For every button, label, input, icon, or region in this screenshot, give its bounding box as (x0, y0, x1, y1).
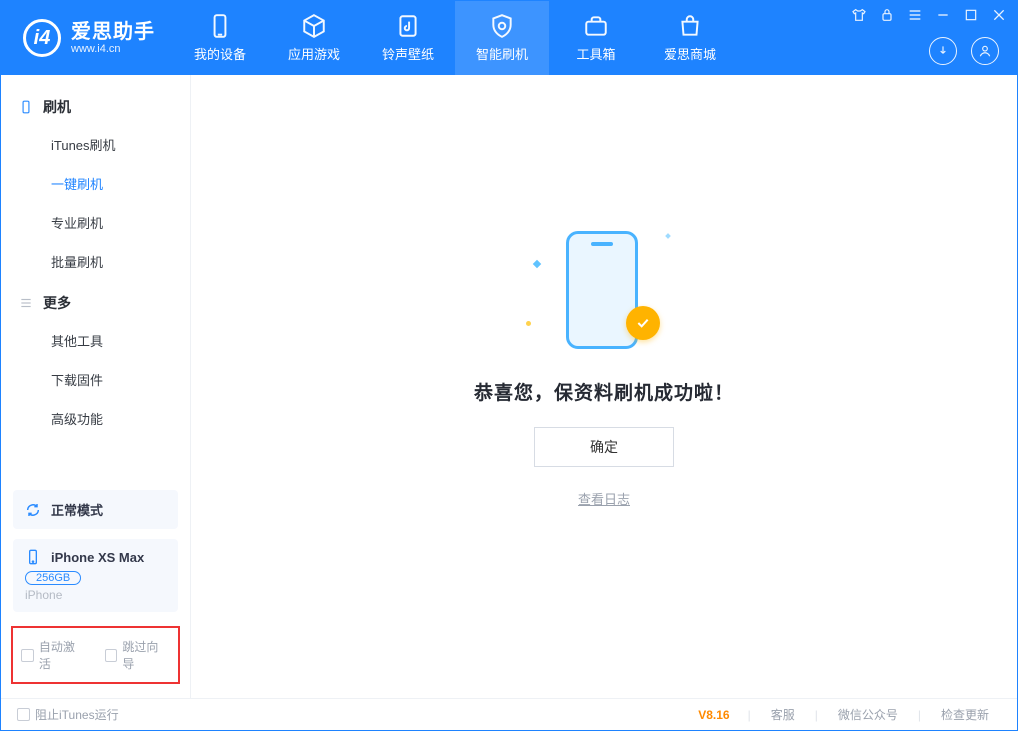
checkbox-icon (21, 649, 34, 662)
checkbox-icon (17, 708, 30, 721)
sidebar-group-title: 更多 (43, 293, 71, 313)
checkbox-auto-activate[interactable]: 自动激活 (21, 638, 87, 672)
logo-icon: i4 (23, 19, 61, 57)
flash-options-highlight: 自动激活 跳过向导 (11, 626, 180, 684)
sidebar-item-itunes-flash[interactable]: iTunes刷机 (1, 125, 190, 164)
tab-ringtones[interactable]: 铃声壁纸 (361, 1, 455, 75)
download-button[interactable] (929, 37, 957, 65)
sidebar: 刷机 iTunes刷机 一键刷机 专业刷机 批量刷机 更多 其他工具 下载固件 … (1, 75, 191, 698)
checkbox-skip-setup[interactable]: 跳过向导 (105, 638, 171, 672)
cube-icon (301, 13, 327, 39)
tshirt-icon[interactable] (851, 7, 867, 23)
sidebar-item-pro-flash[interactable]: 专业刷机 (1, 203, 190, 242)
checkbox-block-itunes[interactable]: 阻止iTunes运行 (17, 706, 119, 723)
app-url: www.i4.cn (71, 43, 155, 55)
statusbar: 阻止iTunes运行 V8.16 | 客服 | 微信公众号 | 检查更新 (1, 698, 1017, 730)
success-badge-icon (626, 306, 660, 340)
sidebar-item-download-firmware[interactable]: 下载固件 (1, 360, 190, 399)
music-file-icon (395, 13, 421, 39)
tab-store[interactable]: 爱思商城 (643, 1, 737, 75)
device-name: iPhone XS Max (51, 550, 144, 565)
list-icon (19, 296, 33, 310)
tab-label: 铃声壁纸 (382, 44, 434, 63)
app-name: 爱思助手 (71, 21, 155, 43)
tab-label: 工具箱 (576, 44, 615, 63)
window-controls (851, 1, 1017, 23)
footer-link-update[interactable]: 检查更新 (929, 706, 1001, 723)
tab-label: 智能刷机 (476, 44, 528, 63)
success-illustration (544, 226, 664, 356)
device-capacity: 256GB (25, 571, 81, 585)
sidebar-item-other-tools[interactable]: 其他工具 (1, 321, 190, 360)
sidebar-group-more: 更多 (1, 281, 190, 321)
main-pane: 恭喜您，保资料刷机成功啦！ 确定 查看日志 (191, 75, 1017, 698)
body: 刷机 iTunes刷机 一键刷机 专业刷机 批量刷机 更多 其他工具 下载固件 … (1, 75, 1017, 698)
phone-icon (19, 100, 33, 114)
titlebar: i4 爱思助手 www.i4.cn 我的设备 应用游戏 铃声壁纸 智能刷机 (1, 1, 1017, 75)
device-icon (207, 13, 233, 39)
maximize-icon[interactable] (963, 7, 979, 23)
sidebar-item-advanced[interactable]: 高级功能 (1, 399, 190, 438)
refresh-icon (25, 502, 41, 518)
tab-my-device[interactable]: 我的设备 (173, 1, 267, 75)
shield-refresh-icon (489, 13, 515, 39)
toolbox-icon (583, 13, 609, 39)
account-button[interactable] (971, 37, 999, 65)
download-icon (936, 44, 950, 58)
sidebar-group-title: 刷机 (43, 97, 71, 117)
mode-label: 正常模式 (51, 500, 103, 519)
sidebar-item-onekey-flash[interactable]: 一键刷机 (1, 164, 190, 203)
sidebar-item-batch-flash[interactable]: 批量刷机 (1, 242, 190, 281)
success-message: 恭喜您，保资料刷机成功啦！ (474, 378, 734, 405)
version-label: V8.16 (698, 708, 739, 722)
checkbox-label: 阻止iTunes运行 (35, 706, 119, 723)
tab-smart-flash[interactable]: 智能刷机 (455, 1, 549, 75)
minimize-icon[interactable] (935, 7, 951, 23)
footer-link-support[interactable]: 客服 (759, 706, 807, 723)
device-card[interactable]: iPhone XS Max 256GB iPhone (13, 539, 178, 612)
bag-icon (677, 13, 703, 39)
tab-label: 爱思商城 (664, 44, 716, 63)
menu-icon[interactable] (907, 7, 923, 23)
checkbox-label: 跳过向导 (122, 638, 170, 672)
checkbox-label: 自动激活 (39, 638, 87, 672)
mode-card[interactable]: 正常模式 (13, 490, 178, 529)
footer-link-wechat[interactable]: 微信公众号 (826, 706, 910, 723)
main-tabs: 我的设备 应用游戏 铃声壁纸 智能刷机 工具箱 爱思商城 (173, 1, 737, 75)
tab-apps-games[interactable]: 应用游戏 (267, 1, 361, 75)
ok-button[interactable]: 确定 (534, 427, 674, 467)
view-log-link[interactable]: 查看日志 (578, 489, 630, 508)
tab-toolbox[interactable]: 工具箱 (549, 1, 643, 75)
device-small-icon (25, 549, 41, 565)
lock-icon[interactable] (879, 7, 895, 23)
sidebar-group-flash: 刷机 (1, 85, 190, 125)
app-window: i4 爱思助手 www.i4.cn 我的设备 应用游戏 铃声壁纸 智能刷机 (0, 0, 1018, 731)
close-icon[interactable] (991, 7, 1007, 23)
tab-label: 应用游戏 (288, 44, 340, 63)
app-logo: i4 爱思助手 www.i4.cn (1, 1, 173, 75)
user-icon (978, 44, 992, 58)
device-kind: iPhone (25, 588, 166, 602)
checkbox-icon (105, 649, 118, 662)
tab-label: 我的设备 (194, 44, 246, 63)
